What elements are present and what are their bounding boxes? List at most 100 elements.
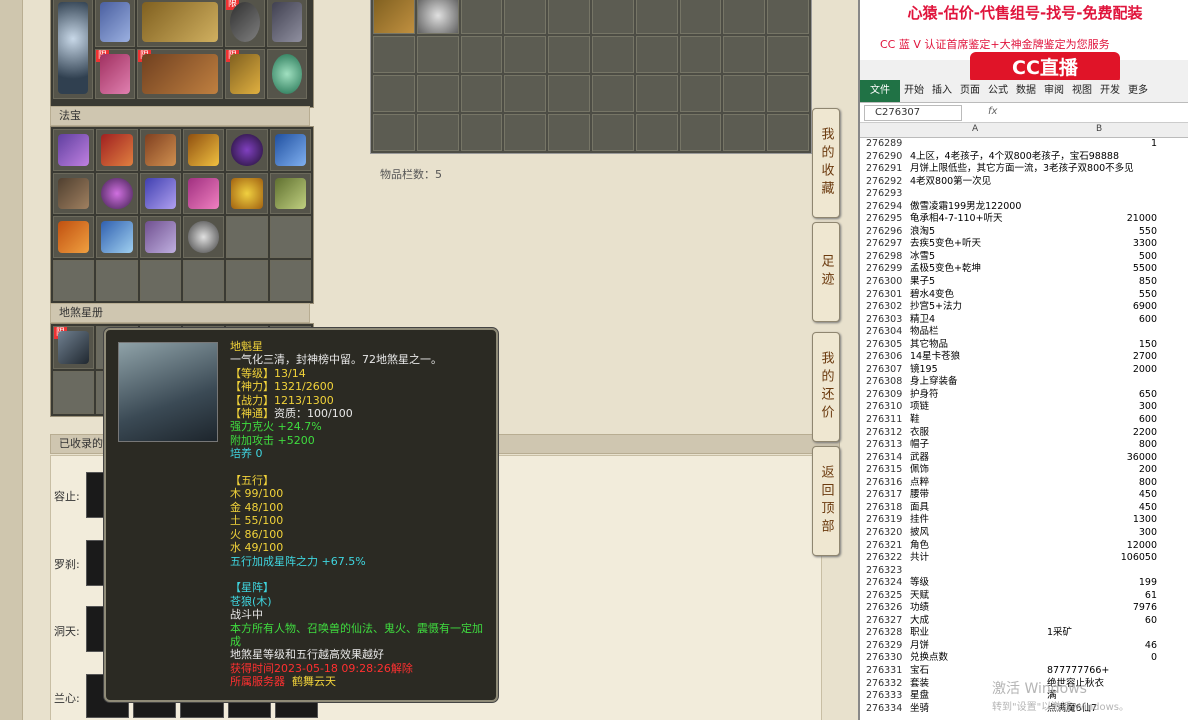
inventory-slot[interactable] [504,36,547,73]
cell-b[interactable]: 300 [1047,401,1157,414]
cell-b[interactable]: 7976 [1047,602,1157,615]
sheet-row[interactable]: 276324 等级 199 [860,577,1188,590]
cell-b[interactable]: 60 [1047,615,1157,628]
disha-slot[interactable]: 限 [53,326,95,369]
empty-slot[interactable] [269,259,311,301]
tab-file[interactable]: 文件 [860,80,900,102]
inventory-slot[interactable] [548,75,590,112]
inventory-slot[interactable] [679,36,722,73]
inventory-slot[interactable] [635,0,678,34]
inventory-slot[interactable] [460,0,503,34]
inventory-slot[interactable] [416,75,459,112]
fabao-slot[interactable] [139,172,181,214]
sheet-row[interactable]: 276297 去疾5变色+听天 3300 [860,238,1188,251]
sheet-row[interactable]: 276310 项链 300 [860,401,1188,414]
fabao-slot[interactable] [269,129,311,171]
inventory-slot[interactable] [548,36,590,73]
inventory-slot[interactable] [548,0,590,34]
sheet-row[interactable]: 276312 衣服 2200 [860,427,1188,440]
fabao-slot[interactable] [96,216,138,258]
tab-home[interactable]: 开始 [900,80,928,102]
cell-b[interactable]: 2700 [1047,351,1157,364]
inventory-slot[interactable] [504,0,547,34]
inventory-slot[interactable] [460,75,503,112]
sheet-row[interactable]: 276303 精卫4 600 [860,314,1188,327]
footprint-button[interactable]: 足迹 [812,222,840,322]
sheet-row[interactable]: 276291 月饼上限低些，其它方面一流，3老孩子双800不多见 [860,163,1188,176]
sheet-row[interactable]: 276294 傲雪凌霜199男龙122000 [860,201,1188,214]
cell-b[interactable]: 61 [1047,590,1157,603]
equip-slot[interactable] [267,0,307,47]
cell-b[interactable]: 150 [1047,339,1157,352]
inventory-slot[interactable] [460,36,503,73]
tab-data[interactable]: 数据 [1012,80,1040,102]
sheet-row[interactable]: 276320 披风 300 [860,527,1188,540]
sheet-row[interactable]: 276300 果子5 850 [860,276,1188,289]
cell-b[interactable]: 550 [1047,226,1157,239]
empty-slot[interactable] [53,259,95,301]
cell-b[interactable]: 1采矿 [1047,627,1157,640]
cell-a[interactable]: 4老双800第一次见 [910,176,1170,189]
sheet-row[interactable]: 276306 14星卡苍狼 2700 [860,351,1188,364]
cell-a[interactable]: 身上穿装备 [910,376,1170,389]
sheet-row[interactable]: 276323 [860,565,1188,578]
sheet-row[interactable]: 276308 身上穿装备 [860,376,1188,389]
sheet-row[interactable]: 276301 碧水4变色 550 [860,289,1188,302]
inventory-slot[interactable] [635,75,678,112]
sheet-row[interactable]: 276313 帽子 800 [860,439,1188,452]
cell-b[interactable]: 650 [1047,389,1157,402]
empty-slot[interactable] [96,259,138,301]
tab-view[interactable]: 视图 [1068,80,1096,102]
sheet-row[interactable]: 276305 其它物品 150 [860,339,1188,352]
fabao-slot[interactable] [139,129,181,171]
inventory-slot[interactable] [591,0,634,34]
cell-b[interactable]: 12000 [1047,540,1157,553]
sheet-row[interactable]: 276319 挂件 1300 [860,514,1188,527]
inventory-slot[interactable] [373,36,415,73]
sheet-row[interactable]: 276318 面具 450 [860,502,1188,515]
tab-review[interactable]: 审阅 [1040,80,1068,102]
fabao-slot[interactable] [53,129,95,171]
equip-slot[interactable] [267,49,307,99]
cell-b[interactable]: 200 [1047,464,1157,477]
inventory-slot[interactable] [460,114,503,151]
fabao-slot[interactable] [226,129,268,171]
inventory-slot[interactable] [504,114,547,151]
sheet-row[interactable]: 276325 天赋 61 [860,590,1188,603]
cell-b[interactable]: 5500 [1047,263,1157,276]
cell-b[interactable]: 1 [1047,138,1157,151]
cell-b[interactable]: 550 [1047,289,1157,302]
equip-slot[interactable] [137,0,223,47]
sheet-row[interactable]: 276295 龟承相4-7-110+听天 21000 [860,213,1188,226]
tab-insert[interactable]: 插入 [928,80,956,102]
cell-b[interactable]: 800 [1047,477,1157,490]
cell-b[interactable]: 500 [1047,251,1157,264]
fabao-slot[interactable] [226,172,268,214]
inventory-slot[interactable] [723,75,766,112]
cell-b[interactable]: 6900 [1047,301,1157,314]
equip-slot[interactable]: 限 [225,49,265,99]
sheet-row[interactable]: 276315 佩饰 200 [860,464,1188,477]
sheet-row[interactable]: 276329 月饼 46 [860,640,1188,653]
empty-slot[interactable] [226,259,268,301]
equip-slot[interactable]: 限 [137,49,223,99]
sheet-row[interactable]: 276317 腰带 450 [860,489,1188,502]
my-favorites-button[interactable]: 我的收藏 [812,108,840,218]
sheet-row[interactable]: 276311 鞋 600 [860,414,1188,427]
inventory-slot[interactable] [373,75,415,112]
sheet-row[interactable]: 276321 角色 12000 [860,540,1188,553]
inventory-slot[interactable] [679,75,722,112]
sheet-row[interactable]: 276296 浪淘5 550 [860,226,1188,239]
inventory-slot[interactable] [416,0,459,34]
cell-b[interactable]: 0 [1047,652,1157,665]
sheet-row[interactable]: 276327 大成 60 [860,615,1188,628]
sheet-row[interactable]: 276314 武器 36000 [860,452,1188,465]
inventory-slot[interactable] [767,36,809,73]
cell-b[interactable]: 21000 [1047,213,1157,226]
cell-a[interactable]: 月饼上限低些，其它方面一流，3老孩子双800不多见 [910,163,1170,176]
cell-b[interactable]: 300 [1047,527,1157,540]
collected-thumb[interactable] [86,540,106,586]
inventory-slot[interactable] [504,75,547,112]
cell-b[interactable]: 199 [1047,577,1157,590]
cell-a[interactable]: 傲雪凌霜199男龙122000 [910,201,1170,214]
